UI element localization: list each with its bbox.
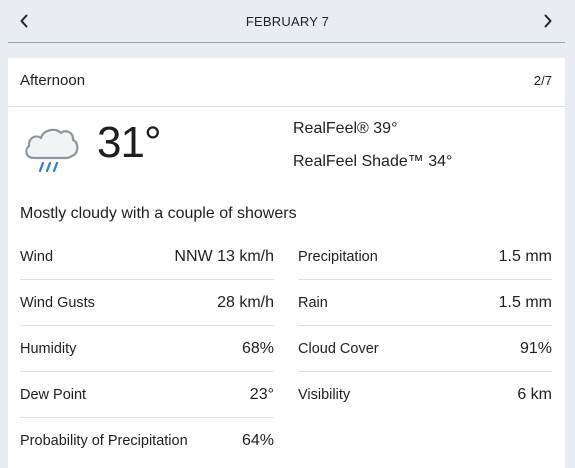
realfeel-shade: RealFeel Shade™ 34° [293, 153, 453, 170]
detail-value: 91% [519, 339, 552, 357]
details-left-column: Wind NNW 13 km/h Wind Gusts 28 km/h Humi… [20, 234, 274, 463]
detail-label: Wind [20, 248, 54, 265]
date-navigation-bar: FEBRUARY 7 [0, 0, 575, 43]
detail-row-cloud-cover: Cloud Cover 91% [298, 326, 552, 372]
detail-label: Dew Point [20, 386, 87, 403]
temperature: 31° [97, 118, 162, 167]
detail-value: 28 km/h [217, 293, 274, 311]
detail-label: Visibility [298, 386, 351, 403]
realfeel: RealFeel® 39° [293, 120, 398, 137]
detail-label: Rain [298, 294, 328, 311]
detail-label: Wind Gusts [20, 294, 95, 311]
period-label: Afternoon [20, 72, 86, 89]
detail-row-wind: Wind NNW 13 km/h [20, 234, 274, 280]
detail-label: Probability of Precipitation [20, 432, 188, 449]
weather-phrase: Mostly cloudy with a couple of showers [20, 205, 297, 222]
detail-row-precipitation: Precipitation 1.5 mm [298, 234, 552, 280]
date-title: FEBRUARY 7 [245, 14, 330, 29]
next-day-button[interactable] [538, 11, 558, 31]
cloud-rain-icon [25, 128, 79, 173]
detail-label: Cloud Cover [298, 340, 379, 357]
detail-value: NNW 13 km/h [174, 247, 274, 265]
detail-row-visibility: Visibility 6 km [298, 372, 552, 417]
detail-value: 1.5 mm [498, 247, 552, 265]
detail-label: Humidity [20, 340, 77, 357]
detail-value: 23° [249, 385, 274, 403]
detail-label: Precipitation [298, 248, 378, 265]
card-header: Afternoon 2/7 [8, 58, 565, 107]
detail-value: 64% [241, 431, 274, 449]
date-bar-divider [8, 42, 565, 43]
detail-value: 6 km [517, 385, 552, 403]
details-right-column: Precipitation 1.5 mm Rain 1.5 mm Cloud C… [298, 234, 552, 417]
detail-row-wind-gusts: Wind Gusts 28 km/h [20, 280, 274, 326]
detail-row-humidity: Humidity 68% [20, 326, 274, 372]
detail-value: 1.5 mm [498, 293, 552, 311]
page-indicator: 2/7 [533, 73, 552, 88]
detail-row-precip-probability: Probability of Precipitation 64% [20, 418, 274, 463]
detail-row-rain: Rain 1.5 mm [298, 280, 552, 326]
chevron-right-icon [544, 14, 552, 28]
forecast-card: Afternoon 2/7 31° RealFeel® 39° RealFeel… [8, 58, 565, 468]
detail-value: 68% [241, 339, 274, 357]
detail-row-dew-point: Dew Point 23° [20, 372, 274, 418]
